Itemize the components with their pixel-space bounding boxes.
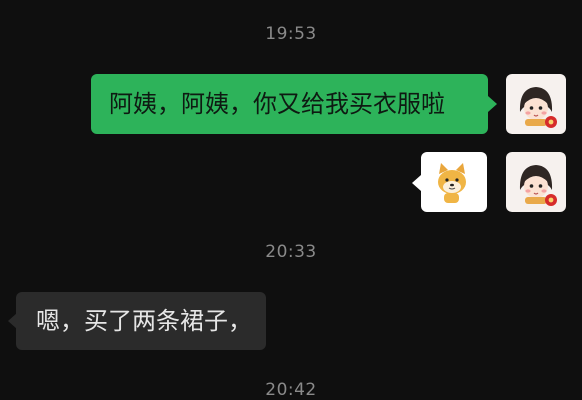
girl-avatar-icon	[519, 87, 557, 128]
message-bubble[interactable]: 嗯，买了两条裙子，	[16, 292, 266, 350]
girl-avatar-icon[interactable]	[506, 152, 566, 212]
girl-avatar-icon[interactable]	[506, 74, 566, 134]
message-text: 嗯，买了两条裙子，	[36, 307, 252, 335]
timestamp: 20:33	[265, 242, 317, 262]
message-text: 阿姨，阿姨，你又给我买衣服啦	[109, 90, 445, 118]
message-bubble[interactable]: 阿姨，阿姨，你又给我买衣服啦	[91, 74, 488, 134]
sticker-bubble[interactable]	[421, 152, 487, 212]
bubble-tail	[488, 96, 497, 112]
shiba-dog-sticker	[438, 163, 466, 203]
girl-avatar-icon	[519, 165, 557, 206]
timestamp: 19:53	[265, 24, 317, 44]
bubble-tail	[412, 175, 421, 191]
timestamp: 20:42	[265, 380, 317, 400]
